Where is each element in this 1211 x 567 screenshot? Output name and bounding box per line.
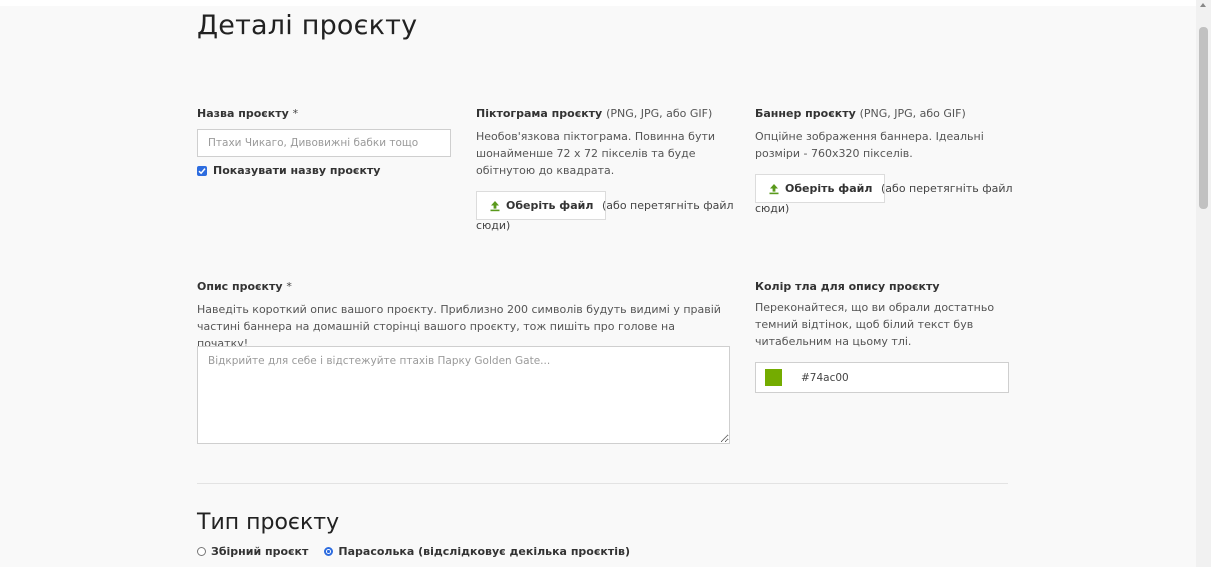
radio-umbrella-label: Парасолька (відслідковує декілька проєкт…	[338, 545, 630, 558]
project-icon-formats: (PNG, JPG, або GIF)	[606, 107, 713, 120]
project-name-input[interactable]	[197, 129, 451, 157]
color-swatch[interactable]	[765, 369, 782, 386]
project-banner-label: Баннер проєкту (PNG, JPG, або GIF)	[755, 107, 966, 120]
project-banner-help: Опційне зображення баннера. Ідеальні роз…	[755, 130, 984, 160]
project-description-label-text: Опис проєкту	[197, 280, 283, 293]
project-banner-formats: (PNG, JPG, або GIF)	[859, 107, 966, 120]
project-description-help: Наведіть короткий опис вашого проєкту. П…	[197, 303, 721, 350]
radio-collection[interactable]	[197, 547, 206, 556]
project-banner-label-text: Баннер проєкту	[755, 107, 856, 120]
show-name-checkbox[interactable]	[197, 165, 207, 176]
show-name-checkbox-row[interactable]: Показувати назву проєкту	[197, 164, 380, 177]
radio-collection-label: Збірний проєкт	[211, 545, 309, 558]
project-icon-help: Необов'язкова піктограма. Повинна бути ш…	[476, 130, 716, 177]
project-type-options: Збірний проєкт Парасолька (відслідковує …	[197, 545, 646, 558]
project-type-option-umbrella[interactable]: Парасолька (відслідковує декілька проєкт…	[324, 545, 630, 558]
required-mark: *	[286, 280, 292, 293]
project-description-label: Опис проєкту *	[197, 280, 292, 293]
bg-color-help: Переконайтеся, що ви обрали достатньо те…	[755, 301, 995, 348]
project-name-label: Назва проєкту *	[197, 107, 298, 120]
bg-color-value: #74ac00	[801, 371, 849, 384]
check-icon	[198, 167, 206, 174]
vertical-scrollbar[interactable]	[1196, 0, 1211, 567]
project-type-title: Тип проєкту	[197, 510, 340, 535]
project-icon-label-text: Піктограма проєкту	[476, 107, 603, 120]
scroll-up-arrow-icon[interactable]	[1200, 3, 1206, 7]
scrollbar-thumb[interactable]	[1199, 27, 1208, 209]
project-details-page: Деталі проєкту Назва проєкту * Показуват…	[0, 0, 1196, 567]
project-name-label-text: Назва проєкту	[197, 107, 289, 120]
radio-umbrella[interactable]	[324, 547, 334, 556]
bg-color-input[interactable]: #74ac00	[755, 362, 1009, 393]
icon-drag-hint: (або перетягніть файл сюди)	[476, 199, 734, 232]
project-icon-label: Піктограма проєкту (PNG, JPG, або GIF)	[476, 107, 712, 120]
banner-drag-hint: (або перетягніть файл сюди)	[755, 182, 1013, 215]
bg-color-label: Колір тла для опису проєкту	[755, 280, 940, 293]
section-divider	[197, 483, 1008, 484]
show-name-label: Показувати назву проєкту	[213, 164, 381, 177]
project-type-option-collection[interactable]: Збірний проєкт	[197, 545, 308, 558]
required-mark: *	[292, 107, 299, 120]
page-title: Деталі проєкту	[197, 10, 418, 41]
project-description-textarea[interactable]	[197, 346, 730, 444]
